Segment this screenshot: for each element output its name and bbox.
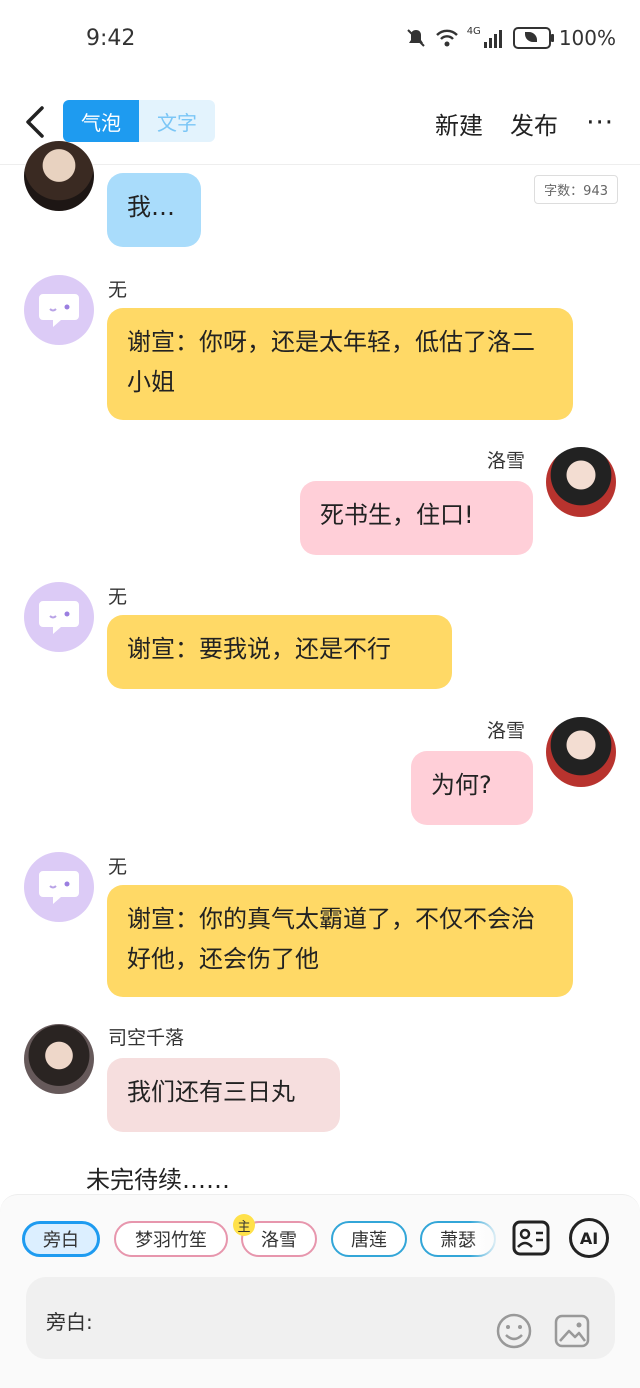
to-be-continued-text: 未完待续…… bbox=[86, 1166, 230, 1194]
status-time: 9:42 bbox=[86, 26, 136, 51]
chat-bubble[interactable]: 我们还有三日丸 bbox=[107, 1058, 340, 1132]
speaker-name: 司空千落 bbox=[108, 1027, 185, 1049]
mute-bell-icon bbox=[406, 29, 425, 47]
signal-icon bbox=[483, 30, 502, 48]
role-chip-tanglian[interactable]: 唐莲 bbox=[331, 1221, 407, 1257]
publish-button[interactable]: 发布 bbox=[510, 106, 558, 141]
chat-bubble[interactable]: 我… bbox=[107, 173, 201, 247]
avatar[interactable] bbox=[24, 141, 94, 211]
chip-scroll-fade bbox=[470, 1216, 500, 1262]
contact-card-icon bbox=[512, 1220, 550, 1256]
contact-card-button[interactable] bbox=[511, 1218, 551, 1258]
battery-icon bbox=[512, 27, 554, 49]
tab-text[interactable]: 文字 bbox=[139, 100, 215, 142]
ai-button[interactable]: AI bbox=[569, 1218, 609, 1258]
network-type: 4G bbox=[466, 26, 481, 37]
speaker-name: 无 bbox=[108, 279, 128, 301]
role-chip-narrator[interactable]: 旁白 bbox=[22, 1221, 100, 1257]
status-icons: 4G 100% bbox=[405, 26, 616, 50]
chat-bubble[interactable]: 谢宣：要我说，还是不行 bbox=[107, 615, 452, 689]
word-count-badge: 字数：943 bbox=[534, 175, 618, 204]
speaker-name: 洛雪 bbox=[487, 450, 526, 472]
input-role-label: 旁白: bbox=[46, 1310, 93, 1334]
speaker-name: 无 bbox=[108, 586, 128, 608]
avatar[interactable] bbox=[24, 1024, 94, 1094]
smiley-icon bbox=[496, 1313, 532, 1349]
speaker-name: 洛雪 bbox=[487, 720, 526, 742]
bot-avatar[interactable] bbox=[24, 582, 94, 652]
wifi-icon bbox=[435, 29, 458, 47]
image-button[interactable] bbox=[552, 1311, 592, 1351]
chat-bubble[interactable]: 死书生，住口! bbox=[300, 481, 533, 555]
chat-bubble[interactable]: 谢宣：你的真气太霸道了，不仅不会治好他，还会伤了他 bbox=[107, 885, 573, 997]
emoji-button[interactable] bbox=[494, 1311, 534, 1351]
main-role-badge: 主 bbox=[233, 1214, 255, 1236]
avatar[interactable] bbox=[546, 447, 616, 517]
chat-bubble[interactable]: 为何? bbox=[411, 751, 533, 825]
chat-bubble-icon bbox=[39, 601, 79, 634]
battery-percent: 100% bbox=[558, 26, 616, 50]
more-options-button[interactable]: ··· bbox=[586, 108, 614, 138]
tab-bubble[interactable]: 气泡 bbox=[63, 100, 139, 142]
header-divider bbox=[0, 164, 640, 165]
chat-bubble-icon bbox=[39, 294, 79, 327]
image-icon bbox=[554, 1314, 590, 1348]
bot-avatar[interactable] bbox=[24, 275, 94, 345]
mode-switch: 气泡 文字 bbox=[63, 100, 215, 142]
chat-bubble-icon bbox=[39, 871, 79, 904]
avatar[interactable] bbox=[546, 717, 616, 787]
chat-bubble[interactable]: 谢宣：你呀，还是太年轻，低估了洛二小姐 bbox=[107, 308, 573, 420]
speaker-name: 无 bbox=[108, 856, 128, 878]
back-arrow-icon[interactable] bbox=[20, 104, 56, 140]
new-button[interactable]: 新建 bbox=[435, 106, 483, 141]
role-chip-mengyu[interactable]: 梦羽竹笙 bbox=[114, 1221, 228, 1257]
bot-avatar[interactable] bbox=[24, 852, 94, 922]
